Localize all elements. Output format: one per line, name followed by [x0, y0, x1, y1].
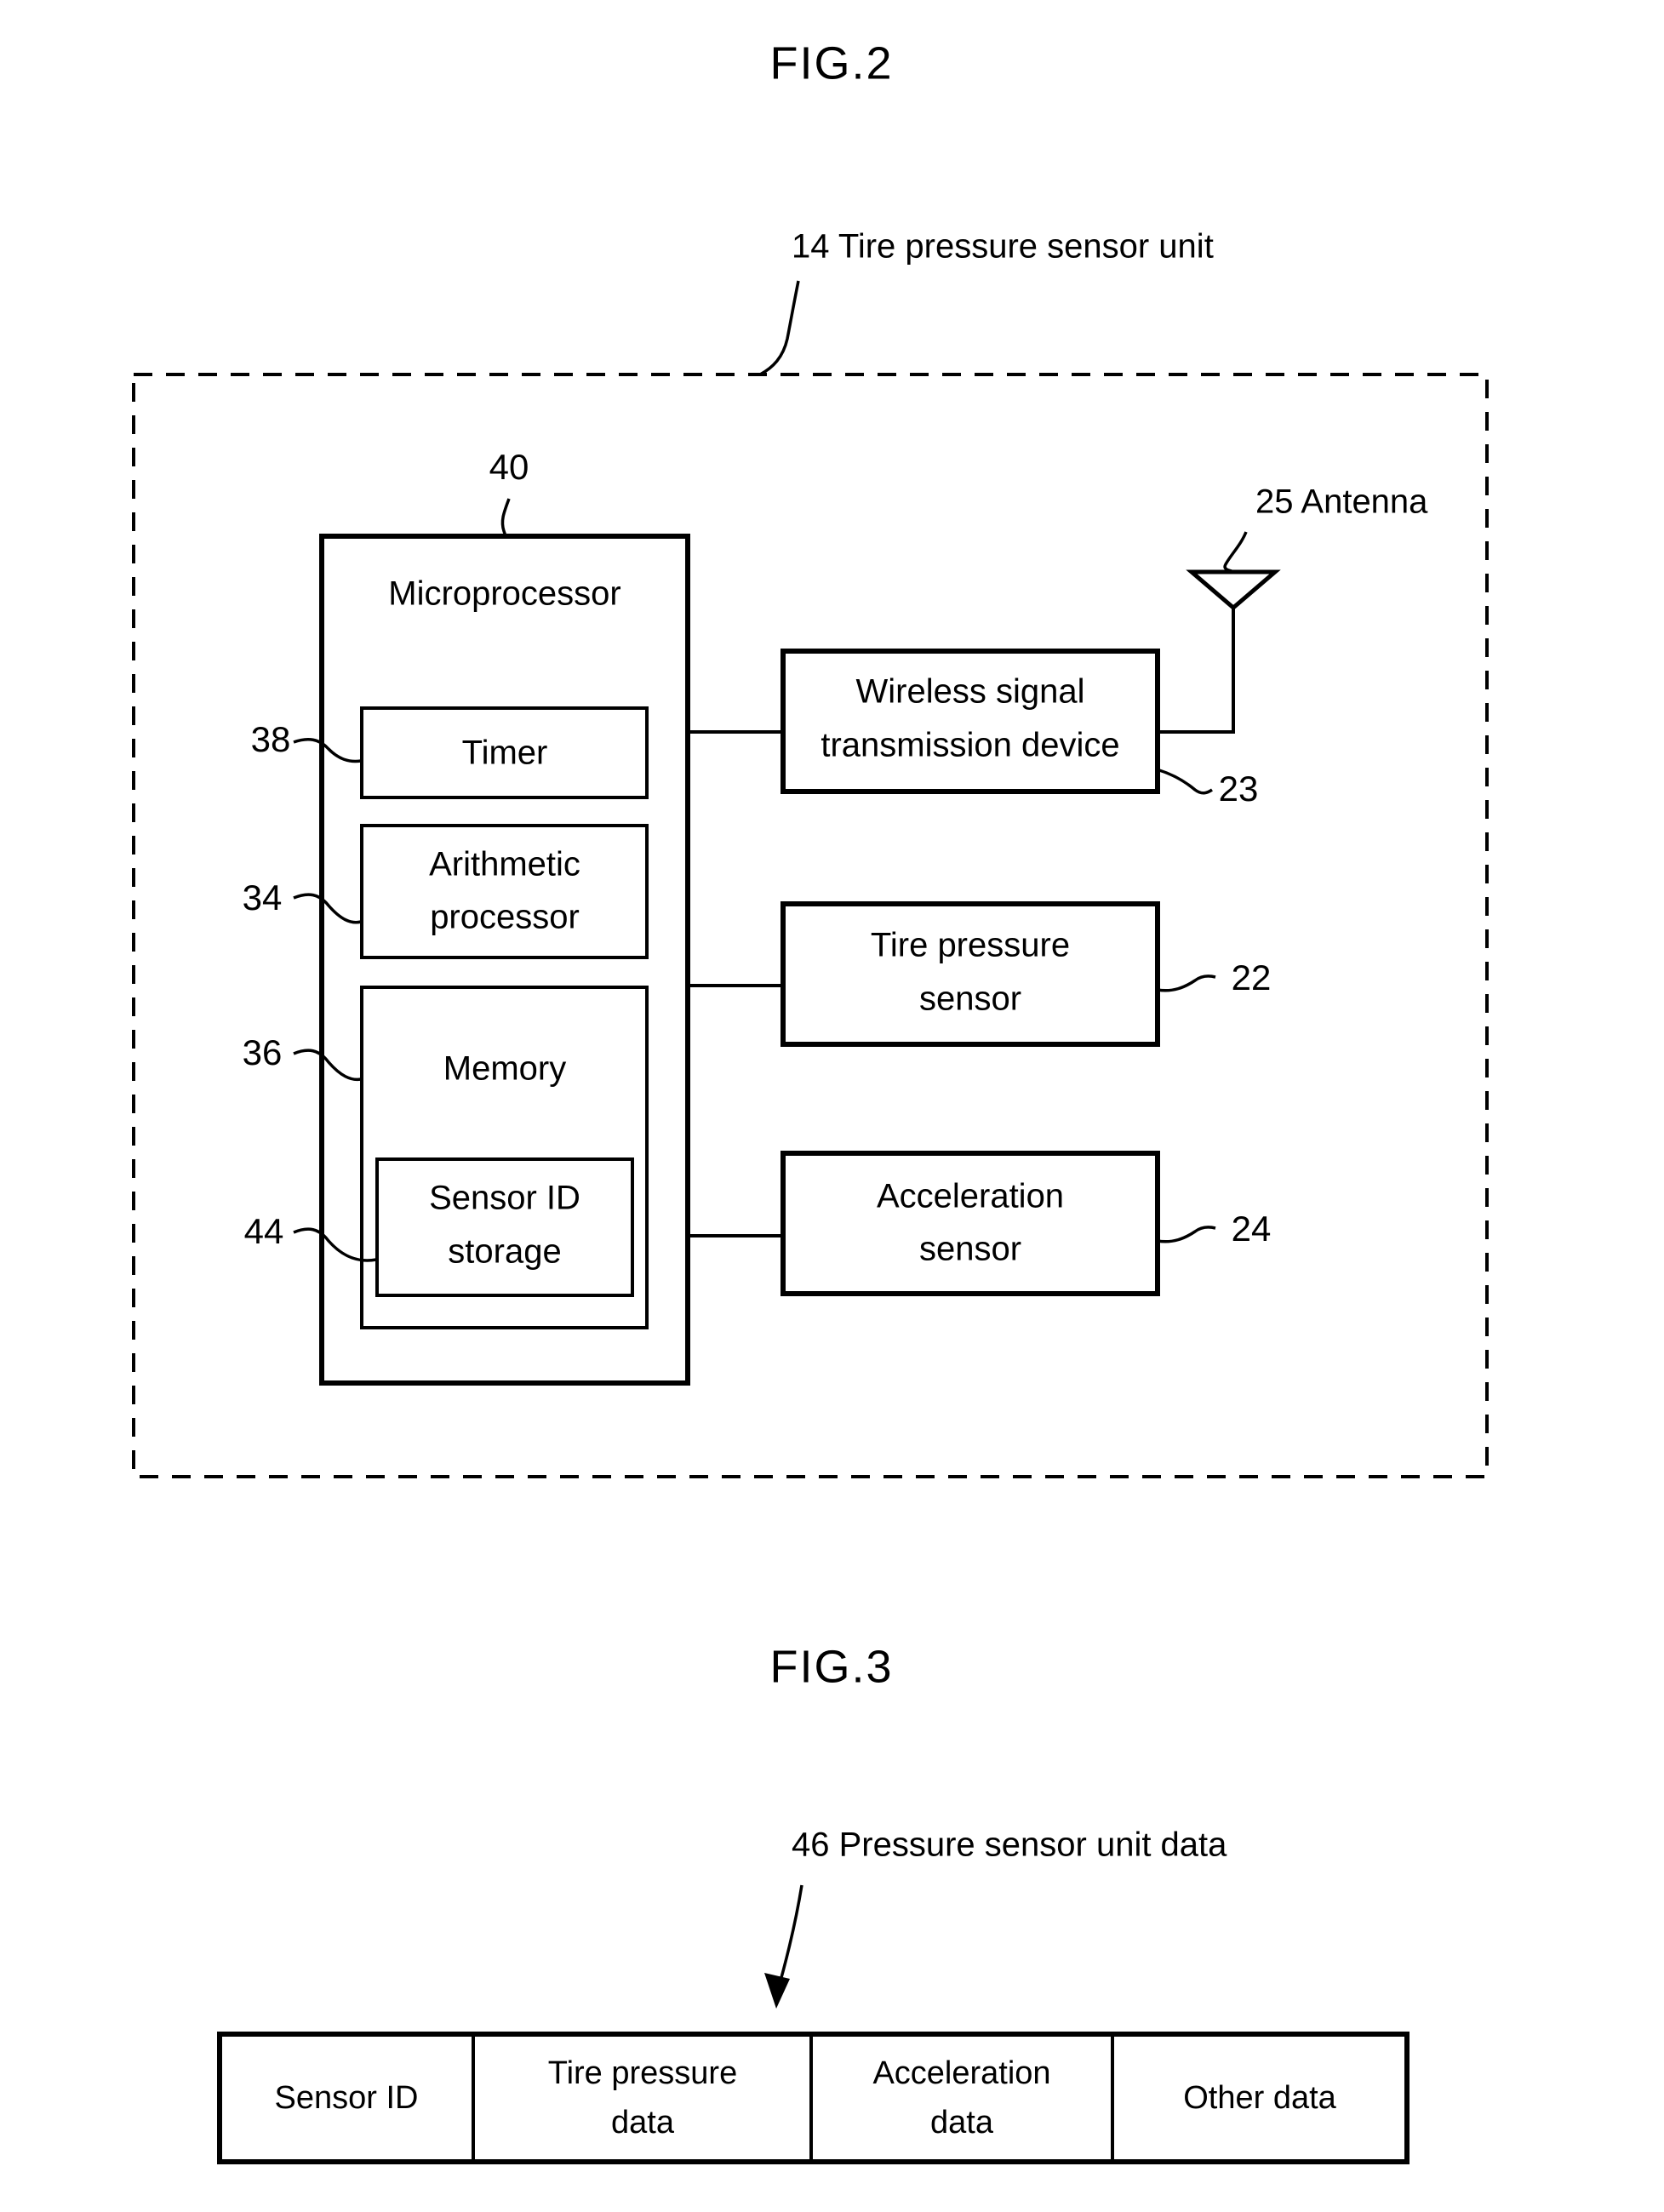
- tire-pressure-sensor-box: [781, 901, 1160, 1047]
- timer-ref-38: 38: [251, 719, 291, 759]
- patent-figure-page: FIG.2 14 Tire pressure sensor unit Micro…: [0, 0, 1664, 2212]
- timer-leader-line: [293, 737, 362, 763]
- antenna-icon: [1186, 569, 1281, 611]
- wireless-transmission-ref-23: 23: [1219, 769, 1259, 809]
- acceleration-sensor-label-line2: sensor: [919, 1231, 1021, 1268]
- wireless-transmission-leader-line: [1158, 769, 1213, 795]
- unit-leader-line: [759, 280, 800, 376]
- arithmetic-processor-ref-34: 34: [243, 877, 283, 917]
- sensor-id-storage-ref-44: 44: [244, 1211, 284, 1251]
- table-cell-acceleration-data-line2: data: [930, 2105, 994, 2141]
- microprocessor-ref-40: 40: [489, 447, 529, 487]
- tire-pressure-sensor-ref-22: 22: [1232, 957, 1272, 997]
- connector-wireless-antenna: [1158, 606, 1235, 734]
- acceleration-sensor-label-line1: Acceleration: [877, 1178, 1064, 1215]
- tire-pressure-sensor-label-line1: Tire pressure: [871, 927, 1070, 964]
- memory-label: Memory: [443, 1050, 566, 1088]
- tire-pressure-sensor-label-line2: sensor: [919, 980, 1021, 1018]
- arithmetic-processor-label-line1: Arithmetic: [429, 846, 580, 883]
- figure-2-title: FIG.2: [769, 37, 893, 89]
- acceleration-sensor-ref-24: 24: [1232, 1209, 1272, 1249]
- patent-diagram-canvas: FIG.2 14 Tire pressure sensor unit Micro…: [132, 37, 1489, 2164]
- sensor-unit-enclosure: [132, 373, 1489, 1478]
- table-cell-sensor-id: Sensor ID: [275, 2080, 419, 2116]
- table-cell-acceleration-data-line1: Acceleration: [872, 2055, 1050, 2091]
- figure-3-title: FIG.3: [769, 1641, 893, 1692]
- acceleration-sensor-box: [781, 1151, 1160, 1296]
- pressure-sensor-unit-data-label: 46 Pressure sensor unit data: [792, 1826, 1227, 1864]
- sensor-id-storage-leader-line: [293, 1227, 377, 1262]
- tire-pressure-sensor-leader-line: [1157, 975, 1216, 992]
- acceleration-sensor-leader-line: [1157, 1226, 1216, 1243]
- arithmetic-processor-leader-line: [293, 893, 362, 924]
- memory-leader-line: [293, 1049, 362, 1082]
- table-cell-tire-pressure-data-line2: data: [611, 2105, 675, 2141]
- wireless-transmission-label-line2: transmission device: [821, 727, 1119, 764]
- data-label-arrow-head: [764, 1973, 790, 2009]
- microprocessor-leader-line: [500, 498, 511, 539]
- microprocessor-label: Microprocessor: [388, 575, 620, 613]
- memory-ref-36: 36: [243, 1032, 283, 1072]
- table-cell-other-data: Other data: [1183, 2080, 1336, 2116]
- sensor-id-storage-label-line1: Sensor ID: [429, 1180, 580, 1217]
- timer-label: Timer: [462, 734, 548, 772]
- sensor-id-storage-label-line2: storage: [448, 1233, 561, 1271]
- antenna-label: 25 Antenna: [1255, 483, 1428, 521]
- tire-pressure-sensor-unit-label: 14 Tire pressure sensor unit: [792, 228, 1214, 266]
- wireless-transmission-label-line1: Wireless signal: [856, 673, 1085, 711]
- antenna-leader-line: [1223, 531, 1248, 573]
- table-cell-tire-pressure-data-line1: Tire pressure: [548, 2055, 737, 2091]
- arithmetic-processor-label-line2: processor: [430, 899, 580, 936]
